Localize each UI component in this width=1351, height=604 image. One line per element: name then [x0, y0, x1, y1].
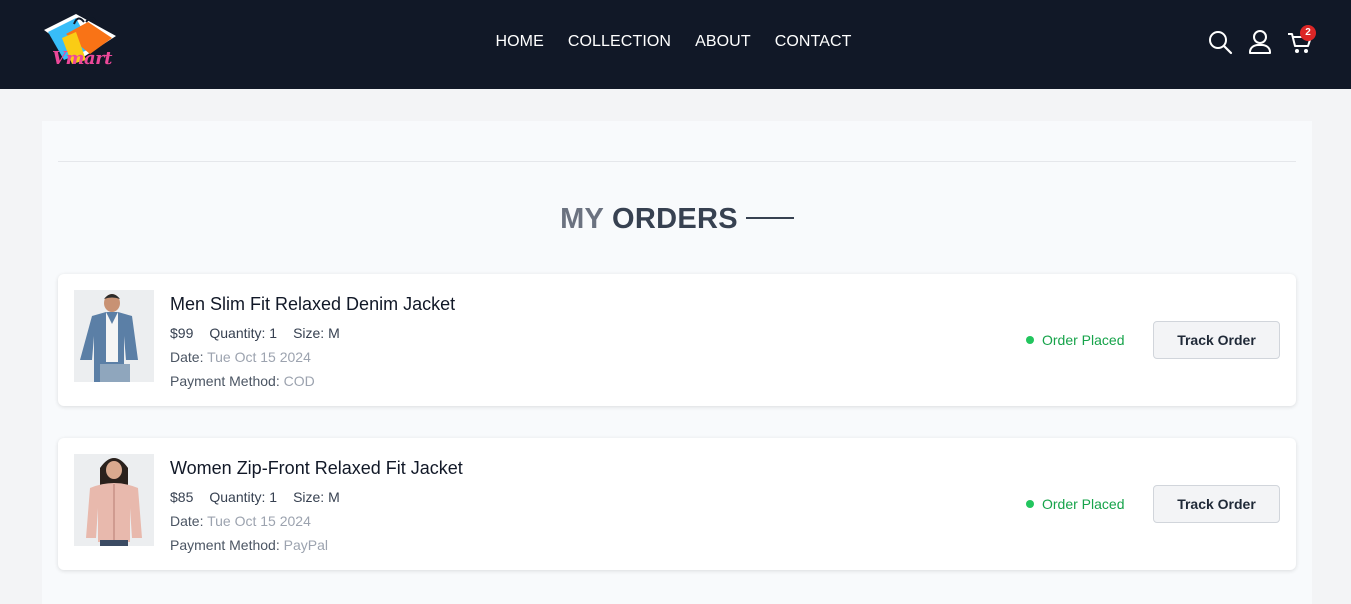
- status-dot-icon: [1026, 500, 1034, 508]
- page-title-part2: ORDERS: [612, 203, 738, 235]
- user-icon[interactable]: [1247, 29, 1273, 55]
- product-name: Women Zip-Front Relaxed Fit Jacket: [170, 458, 463, 478]
- nav-about-link[interactable]: ABOUT: [695, 33, 751, 51]
- payment-label: Payment Method:: [170, 537, 280, 553]
- payment-value: COD: [283, 373, 315, 389]
- payment-method: Payment Method: COD: [170, 373, 315, 389]
- page-title-part1: MY: [560, 203, 604, 235]
- order-meta: $85 Quantity: 1 Size: M: [170, 489, 340, 505]
- order-meta: $99 Quantity: 1 Size: M: [170, 325, 340, 341]
- status-dot-icon: [1026, 336, 1034, 344]
- order-card: Women Zip-Front Relaxed Fit Jacket $85 Q…: [58, 438, 1296, 570]
- order-date: Date: Tue Oct 15 2024: [170, 513, 311, 529]
- divider: [58, 161, 1296, 162]
- payment-method: Payment Method: PayPal: [170, 537, 328, 553]
- payment-value: PayPal: [283, 537, 328, 553]
- status-text: Order Placed: [1042, 496, 1125, 512]
- status-text: Order Placed: [1042, 332, 1125, 348]
- date-label: Date:: [170, 513, 204, 529]
- nav-home-link[interactable]: HOME: [495, 33, 543, 51]
- date-value: Tue Oct 15 2024: [207, 349, 311, 365]
- order-status: Order Placed: [1026, 496, 1124, 512]
- price: $85: [170, 489, 194, 505]
- track-order-button[interactable]: Track Order: [1153, 485, 1280, 523]
- product-image: [74, 454, 154, 546]
- search-icon[interactable]: [1207, 29, 1233, 55]
- size: Size: M: [293, 325, 340, 341]
- cart-count-badge: 2: [1300, 25, 1316, 41]
- date-value: Tue Oct 15 2024: [207, 513, 311, 529]
- page-title: MY ORDERS: [42, 203, 1312, 236]
- navbar: Vmart HOME COLLECTION ABOUT CONTACT 2: [0, 0, 1351, 89]
- order-card: Men Slim Fit Relaxed Denim Jacket $99 Qu…: [58, 274, 1296, 406]
- payment-label: Payment Method:: [170, 373, 280, 389]
- orders-container: MY ORDERS Men Slim Fit Relaxed Denim Jac…: [42, 121, 1312, 604]
- title-underline: [745, 216, 794, 219]
- quantity: Quantity: 1: [209, 325, 278, 341]
- order-status: Order Placed: [1026, 332, 1124, 348]
- quantity: Quantity: 1: [209, 489, 278, 505]
- date-label: Date:: [170, 349, 204, 365]
- main-nav: HOME COLLECTION ABOUT CONTACT: [0, 0, 1351, 84]
- product-image: [74, 290, 154, 382]
- price: $99: [170, 325, 194, 341]
- nav-collection-link[interactable]: COLLECTION: [568, 33, 671, 51]
- nav-contact-link[interactable]: CONTACT: [775, 33, 852, 51]
- order-date: Date: Tue Oct 15 2024: [170, 349, 311, 365]
- track-order-button[interactable]: Track Order: [1153, 321, 1280, 359]
- product-name: Men Slim Fit Relaxed Denim Jacket: [170, 294, 456, 314]
- size: Size: M: [293, 489, 340, 505]
